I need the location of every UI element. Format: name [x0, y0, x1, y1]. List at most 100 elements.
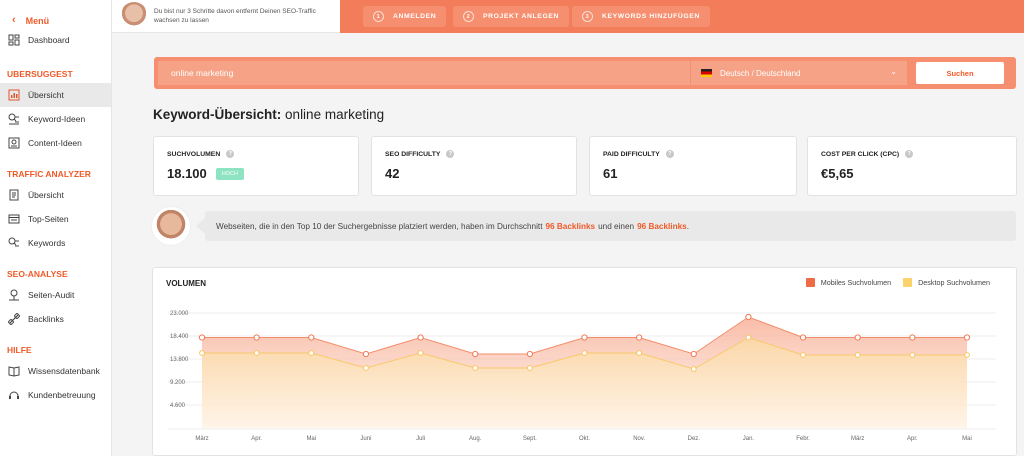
x-tick-label: Apr. [907, 436, 918, 442]
stat-value: 18.100 [167, 166, 207, 181]
backlinks-tip: Webseiten, die in den Top 10 der Sucherg… [205, 211, 1016, 241]
sidebar-item-label: Keywords [28, 238, 66, 248]
status-badge: HOCH [215, 167, 244, 180]
step-projekt-anlegen-button[interactable]: 2 PROJEKT ANLEGEN [453, 6, 569, 27]
sidebar-item-backlinks[interactable]: Backlinks [0, 307, 111, 331]
stat-label: SUCHVOLUMEN [167, 150, 221, 158]
sidebar-item-keyword-ideen[interactable]: Keyword-Ideen [0, 107, 111, 131]
mobile-data-point [308, 334, 315, 341]
mobile-data-point [362, 350, 370, 358]
traffic-overview-icon [7, 188, 21, 202]
search-button[interactable]: Suchen [916, 62, 1004, 84]
desktop-data-point [253, 350, 260, 356]
support-headset-icon [7, 388, 21, 402]
y-tick-label: 9.200 [170, 380, 186, 386]
sidebar-item-label: Seiten-Audit [28, 290, 75, 300]
sidebar-item-wissensdatenbank[interactable]: Wissensdatenbank [0, 359, 111, 383]
tip-text-middle: und einen [598, 221, 635, 231]
info-icon[interactable]: ? [226, 150, 235, 158]
search-bar: Deutsch / Deutschland ⌄ Suchen [154, 57, 1016, 89]
x-tick-label: Okt. [579, 436, 590, 442]
keywords-icon [7, 236, 21, 250]
y-tick-label: 18.400 [170, 334, 189, 340]
sidebar-item-content-ideen[interactable]: Content-Ideen [0, 131, 111, 155]
sidebar-item-label: Übersicht [28, 190, 64, 200]
desktop-data-point [636, 350, 643, 356]
step-anmelden-button[interactable]: 1 ANMELDEN [363, 6, 447, 27]
x-tick-label: März [851, 436, 864, 442]
page-title-term: online marketing [285, 107, 385, 122]
sidebar-item-top-seiten[interactable]: Top-Seiten [0, 207, 111, 231]
step-keywords-hinzufuegen-button[interactable]: 3 KEYWORDS HINZUFÜGEN [572, 6, 710, 27]
x-tick-label: Dez. [688, 436, 701, 442]
promo-text: Du bist nur 3 Schritte davon entfernt De… [154, 8, 316, 24]
sidebar-item-keywords[interactable]: Keywords [0, 231, 111, 255]
desktop-data-point [526, 365, 533, 371]
backlinks-icon [7, 312, 21, 326]
info-icon[interactable]: ? [905, 150, 914, 158]
desktop-data-point [964, 352, 970, 358]
tip-text-after: . [686, 221, 689, 231]
info-icon[interactable]: ? [446, 150, 455, 158]
sidebar: ‹ Menü Dashboard UBERSUGGEST Übersicht K… [0, 0, 112, 456]
desktop-data-point [745, 334, 752, 341]
top-pages-icon [7, 212, 21, 226]
dashboard-icon [7, 33, 21, 47]
mobile-data-point [253, 334, 260, 341]
info-icon[interactable]: ? [665, 150, 674, 158]
step-number: 2 [463, 11, 474, 22]
search-input[interactable] [158, 61, 690, 85]
desktop-data-point [854, 352, 861, 358]
language-select[interactable]: Deutsch / Deutschland ⌄ [691, 61, 907, 85]
sidebar-item-uebersicht[interactable]: Übersicht [0, 83, 111, 107]
menu-toggle[interactable]: ‹ Menü [0, 0, 111, 30]
mobile-data-point [636, 334, 643, 341]
desktop-data-point [472, 365, 479, 371]
desktop-data-point [363, 365, 369, 371]
sidebar-item-dashboard[interactable]: Dashboard [0, 28, 111, 52]
x-tick-label: Juni [360, 436, 371, 442]
desktop-data-point [308, 350, 315, 356]
section-title-traffic-analyzer: TRAFFIC ANALYZER [7, 169, 91, 179]
desktop-data-point [909, 352, 916, 358]
mobile-data-point [909, 334, 916, 341]
page-title: Keyword-Übersicht: online marketing [153, 107, 384, 122]
sidebar-item-traffic-uebersicht[interactable]: Übersicht [0, 183, 111, 207]
desktop-data-point [199, 350, 205, 356]
x-tick-label: Jan. [743, 436, 755, 442]
sidebar-item-kundenbetreuung[interactable]: Kundenbetreuung [0, 383, 111, 407]
y-tick-label: 13.800 [170, 357, 189, 363]
tip-text-before: Webseiten, die in den Top 10 der Sucherg… [216, 221, 543, 231]
mobile-data-point [472, 350, 479, 358]
promo-box: Du bist nur 3 Schritte davon entfernt De… [112, 0, 340, 33]
sidebar-item-seiten-audit[interactable]: Seiten-Audit [0, 283, 111, 307]
germany-flag-icon [701, 69, 712, 77]
menu-label: Menü [25, 15, 50, 26]
stat-card-paid-difficulty: PAID DIFFICULTY? 61 [589, 136, 797, 196]
x-tick-label: Sept. [523, 436, 537, 442]
stat-card-cpc: COST PER CLICK (CPC)? €5,65 [807, 136, 1017, 196]
sidebar-item-label: Übersicht [28, 90, 64, 100]
stat-value: 61 [603, 166, 618, 181]
mobile-data-point [526, 350, 533, 358]
desktop-data-point [690, 366, 697, 372]
language-label: Deutsch / Deutschland [720, 68, 801, 78]
step-number: 1 [373, 11, 384, 22]
sidebar-item-label: Wissensdatenbank [28, 366, 100, 376]
site-audit-icon [7, 288, 21, 302]
sidebar-item-label: Content-Ideen [28, 138, 82, 148]
section-title-ubersuggest: UBERSUGGEST [7, 69, 73, 79]
stat-label: PAID DIFFICULTY [603, 150, 660, 158]
sidebar-item-label: Top-Seiten [28, 214, 69, 224]
content-ideas-icon [7, 136, 21, 150]
x-tick-label: Mai [962, 436, 972, 442]
stat-card-seo-difficulty: SEO DIFFICULTY? 42 [371, 136, 577, 196]
mobile-data-point [745, 313, 752, 321]
avatar [120, 2, 148, 30]
step-number: 3 [582, 11, 593, 22]
page-title-label: Keyword-Übersicht: [153, 107, 282, 122]
x-tick-label: Mai [306, 436, 316, 442]
x-tick-label: Nov. [633, 436, 645, 442]
mobile-data-point [799, 334, 807, 341]
stat-value: 42 [385, 166, 400, 181]
